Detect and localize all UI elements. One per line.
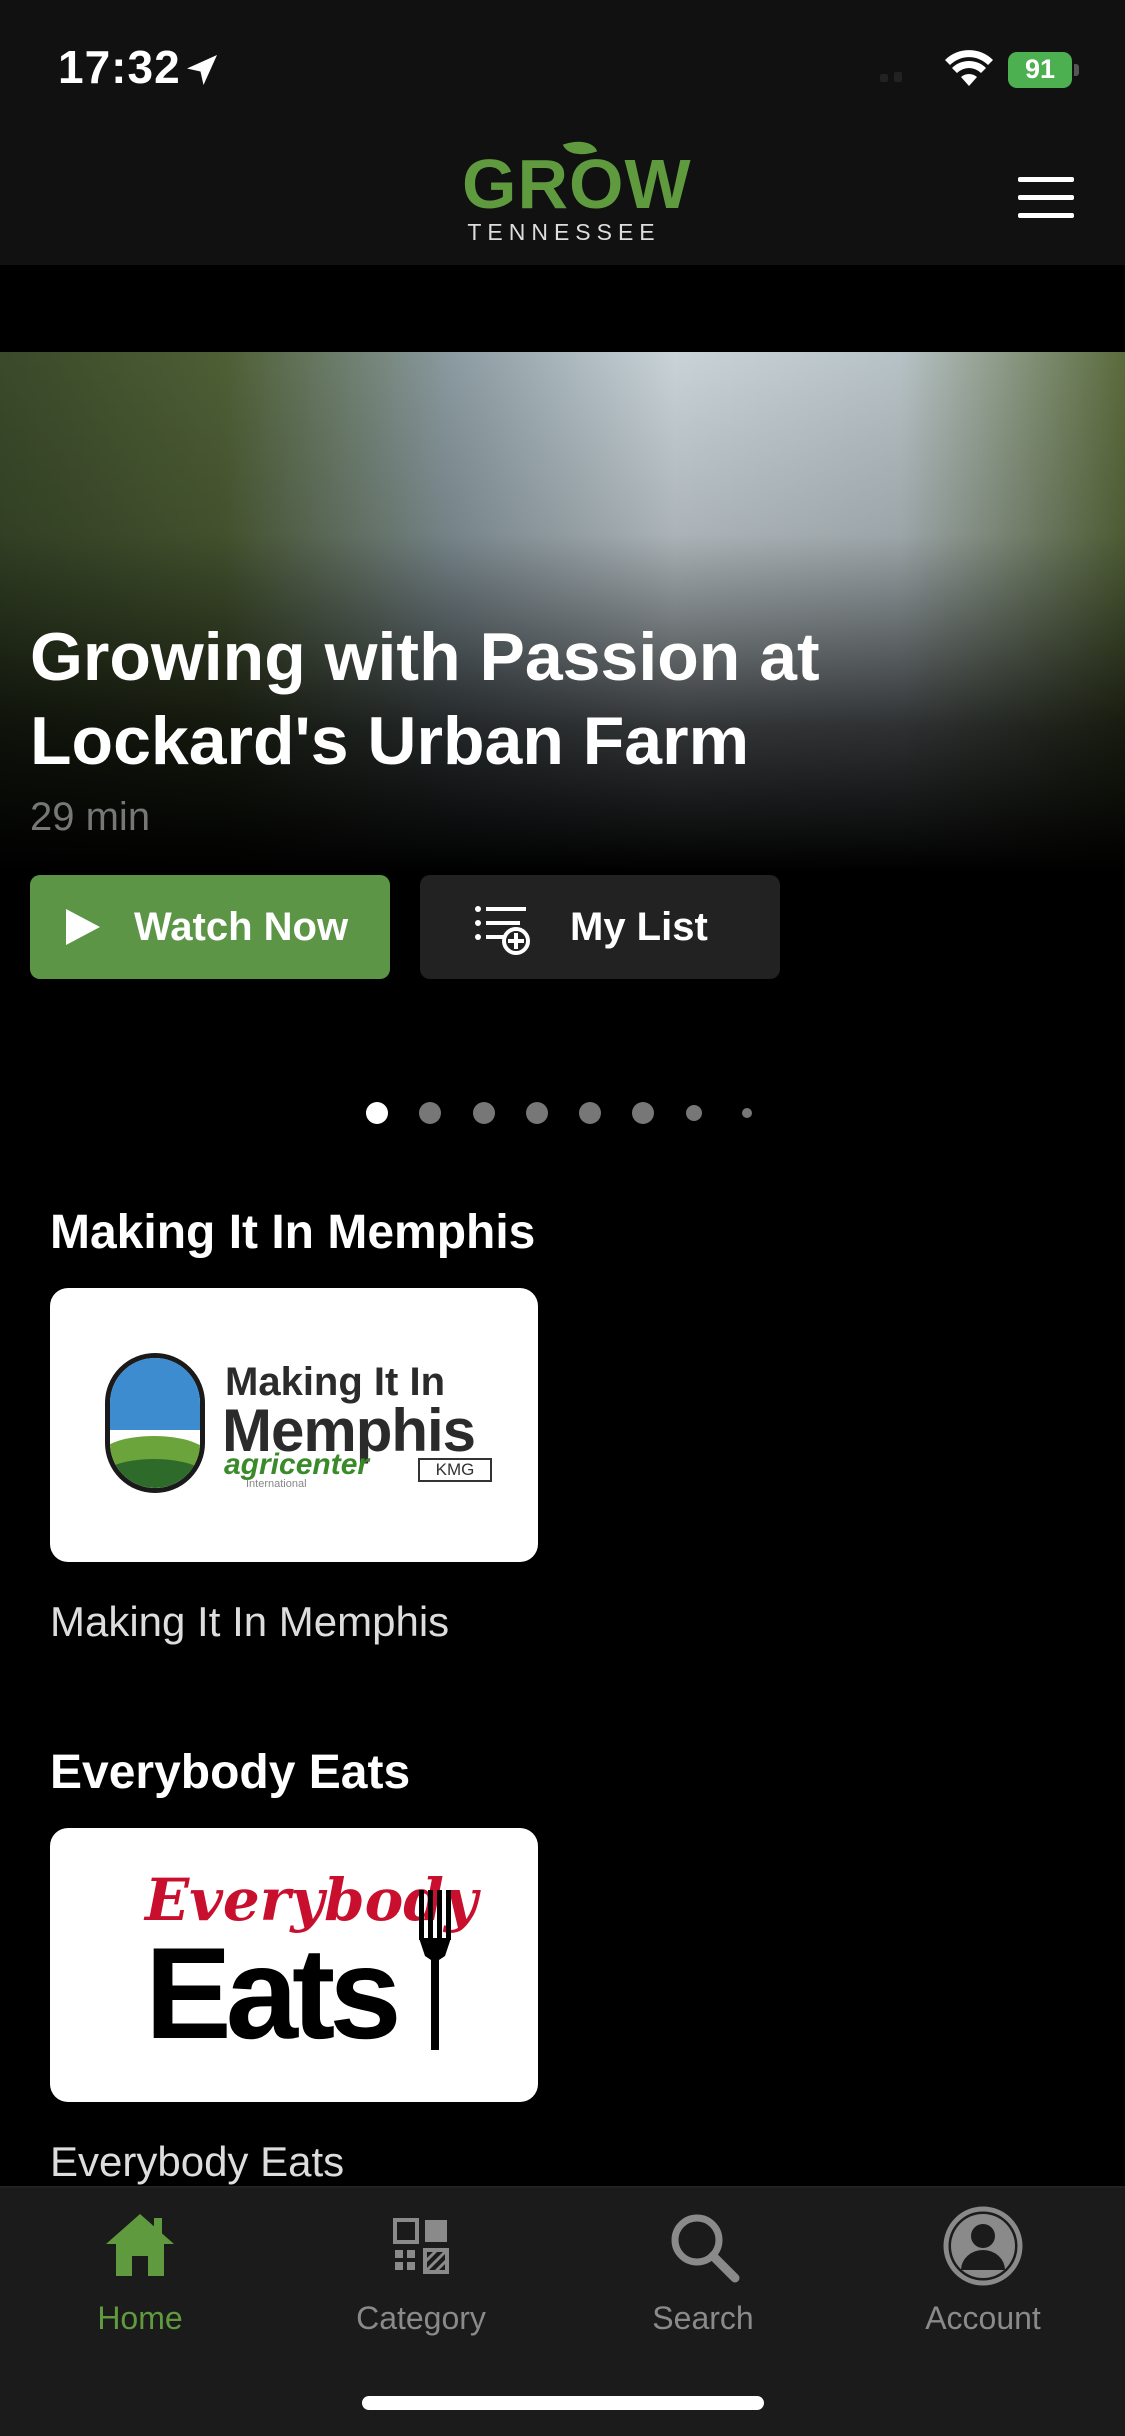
app-header: GROW TENNESSEE — [0, 134, 1125, 265]
add-to-list-icon — [475, 906, 530, 955]
tab-home-label: Home — [97, 2300, 183, 2336]
battery-charging-icon: 91 — [1008, 52, 1080, 88]
hero-duration: 29 min — [30, 795, 151, 839]
hero-title: Growing with Passion at Lockard's Urban … — [30, 619, 820, 779]
category-grid-icon — [393, 2218, 449, 2274]
carousel-dot[interactable] — [742, 1108, 752, 1118]
carousel-dot[interactable] — [366, 1102, 388, 1124]
carousel-dot[interactable] — [473, 1102, 495, 1124]
home-indicator — [362, 2396, 764, 2410]
watch-now-button[interactable]: Watch Now — [30, 875, 390, 979]
tab-search-label: Search — [652, 2300, 754, 2336]
logo-sub-text: TENNESSEE — [467, 219, 661, 245]
carousel-dot[interactable] — [579, 1102, 601, 1124]
hero-image[interactable] — [0, 352, 1125, 872]
location-arrow-icon — [187, 55, 217, 85]
logo-line: agricenter — [224, 1448, 370, 1481]
section-title-making-it-in-memphis: Making It In Memphis — [50, 1206, 536, 1259]
tab-home[interactable]: Home — [40, 2206, 240, 2346]
section-title-everybody-eats: Everybody Eats — [50, 1746, 411, 1799]
status-bar: 17:32 91 — [0, 0, 1125, 135]
carousel-dot[interactable] — [419, 1102, 441, 1124]
tab-account-label: Account — [925, 2300, 1041, 2336]
carousel-dot[interactable] — [686, 1105, 702, 1121]
tab-category[interactable]: Category — [321, 2206, 521, 2346]
signal-icon — [880, 72, 902, 82]
tab-search[interactable]: Search — [603, 2206, 803, 2346]
logo-line: KMG — [418, 1458, 492, 1482]
status-time: 17:32 — [58, 41, 181, 93]
battery-level: 91 — [1024, 54, 1056, 84]
everybody-eats-card[interactable]: Everybody Eats — [50, 1828, 538, 2102]
watch-now-label: Watch Now — [134, 904, 349, 949]
logo-line: Eats — [145, 1920, 402, 2066]
tab-account[interactable]: Account — [883, 2206, 1083, 2346]
wifi-icon — [945, 50, 993, 86]
tab-category-label: Category — [356, 2300, 486, 2336]
grow-tennessee-logo[interactable]: GROW TENNESSEE — [462, 134, 692, 249]
play-icon — [66, 909, 100, 945]
search-icon — [671, 2214, 740, 2283]
carousel-dot[interactable] — [632, 1102, 654, 1124]
card-caption[interactable]: Making It In Memphis — [50, 1598, 449, 1646]
my-list-button[interactable]: My List — [420, 875, 780, 979]
making-it-in-memphis-card[interactable]: Making It In Memphis agricenter Internat… — [50, 1288, 538, 1562]
logo-main-text: GROW — [462, 145, 692, 223]
logo-line: International — [246, 1478, 307, 1490]
home-icon — [106, 2214, 174, 2276]
carousel-pagination[interactable] — [0, 1100, 1125, 1126]
account-icon — [943, 2206, 1023, 2286]
card-caption[interactable]: Everybody Eats — [50, 2138, 344, 2186]
fork-icon — [419, 1890, 451, 2050]
hamburger-menu-icon[interactable] — [1018, 175, 1074, 221]
my-list-label: My List — [570, 904, 708, 949]
memphis-bridge-logo-icon — [105, 1353, 205, 1493]
carousel-dot[interactable] — [526, 1102, 548, 1124]
